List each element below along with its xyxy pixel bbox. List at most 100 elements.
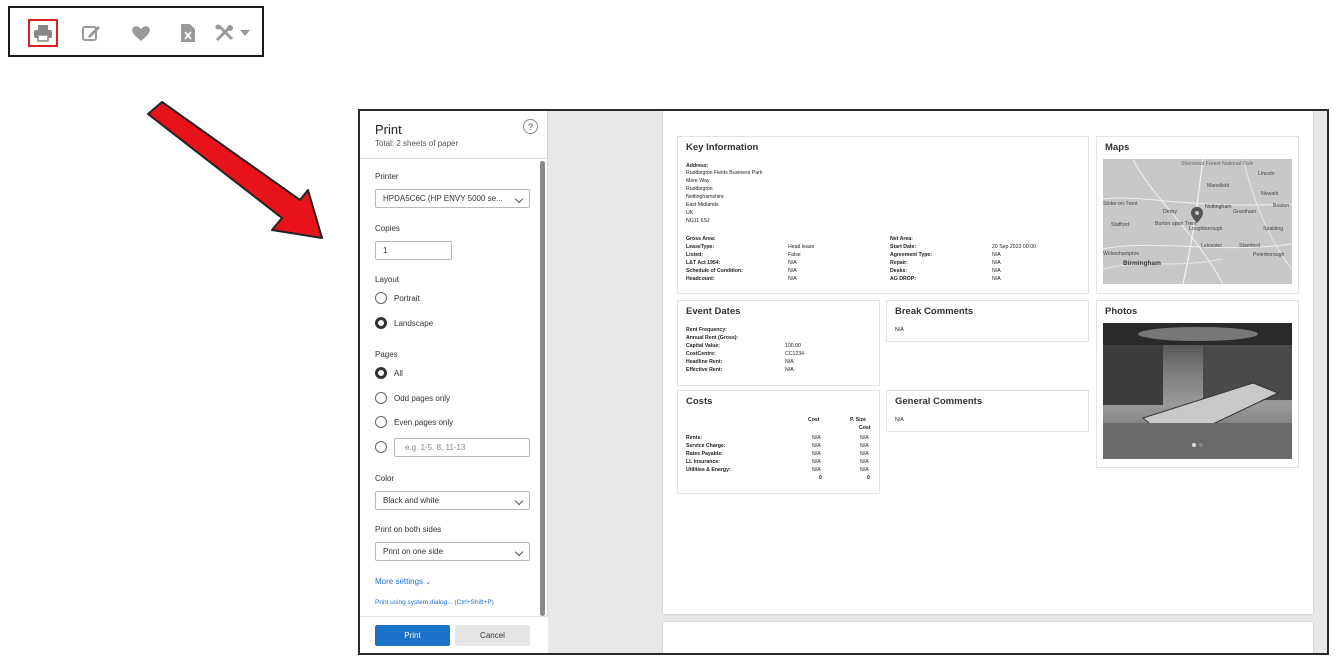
- column-header: Cost: [808, 417, 820, 423]
- photo-scene: [1103, 323, 1292, 459]
- property-photo[interactable]: [1103, 323, 1292, 459]
- more-settings-link[interactable]: More settings ⌄: [375, 577, 431, 586]
- edit-icon[interactable]: [76, 19, 106, 47]
- cost-value: N/A: [812, 443, 821, 449]
- psize-total: 0: [867, 475, 870, 481]
- card-title: Maps: [1105, 142, 1130, 153]
- duplex-value: Print on one side: [383, 547, 444, 556]
- heart-icon[interactable]: [126, 19, 156, 47]
- field-value: N/A: [788, 276, 797, 282]
- radio-icon: [375, 416, 387, 428]
- help-icon[interactable]: ?: [523, 119, 538, 134]
- psize-value: N/A: [860, 443, 869, 449]
- printer-select[interactable]: HPDA5C6C (HP ENVY 5000 se...: [375, 189, 530, 208]
- tools-icon: [215, 24, 233, 42]
- field-label: Net Area:: [890, 236, 913, 242]
- map-image[interactable]: Sherwood Forest National Park Lincoln Ma…: [1103, 159, 1292, 284]
- map-place-label: Sherwood Forest National Park: [1181, 161, 1254, 167]
- field-value: N/A: [788, 260, 797, 266]
- address-line: Nottinghamshire: [686, 194, 724, 200]
- field-label: Headcount:: [686, 276, 715, 282]
- tools-menu[interactable]: [208, 19, 256, 47]
- print-dialog: Print Total: 2 sheets of paper ? Printer…: [358, 109, 1329, 655]
- printer-label: Printer: [375, 172, 399, 181]
- print-panel-header: Print Total: 2 sheets of paper ?: [360, 111, 548, 159]
- card-title: General Comments: [895, 396, 983, 407]
- field-value: N/A: [785, 367, 794, 373]
- cost-value: N/A: [812, 459, 821, 465]
- print-title: Print: [375, 122, 402, 137]
- print-panel-footer: Print Cancel: [360, 616, 548, 653]
- card-title: Photos: [1105, 306, 1138, 317]
- pages-odd-radio[interactable]: Odd pages only: [375, 392, 450, 404]
- field-label: LeaseType:: [686, 244, 715, 250]
- chevron-down-icon: [514, 547, 524, 557]
- excel-file-icon[interactable]: [173, 19, 203, 47]
- duplex-select[interactable]: Print on one side: [375, 542, 530, 561]
- page-range-input[interactable]: e.g. 1-5, 8, 11-13: [394, 438, 530, 457]
- pages-custom-radio[interactable]: [375, 441, 394, 453]
- map-place-label: Newark: [1261, 191, 1279, 197]
- field-label: Annual Rent (Gross):: [686, 335, 739, 341]
- caret-down-icon: [239, 30, 250, 36]
- color-select[interactable]: Black and white: [375, 491, 530, 510]
- record-toolbar: [8, 6, 264, 57]
- map-place-label: Grantham: [1233, 209, 1257, 215]
- address-line: Ruddington Fields Business Park: [686, 170, 763, 176]
- pages-even-radio[interactable]: Even pages only: [375, 416, 453, 428]
- copies-input[interactable]: 1: [375, 241, 452, 260]
- map-place-label: Leicester: [1201, 243, 1223, 249]
- field-value: False: [788, 252, 801, 258]
- duplex-label: Print on both sides: [375, 525, 442, 534]
- panel-scrollbar[interactable]: [540, 161, 545, 616]
- field-value: N/A: [992, 252, 1001, 258]
- map-place-label: Stafford: [1111, 222, 1130, 228]
- column-header: Cost: [859, 425, 871, 431]
- map-place-label: Stamford: [1239, 243, 1261, 249]
- field-label: Start Date:: [890, 244, 917, 250]
- field-value: N/A: [788, 268, 797, 274]
- layout-label: Layout: [375, 275, 400, 284]
- field-label: CostCentre:: [686, 351, 716, 357]
- field-value: N/A: [992, 268, 1001, 274]
- comment-text: N/A: [895, 417, 904, 423]
- system-dialog-link[interactable]: Print using system dialog... (Ctrl+Shift…: [375, 599, 494, 606]
- map-place-label: Spalding: [1263, 226, 1284, 232]
- cost-value: N/A: [812, 435, 821, 441]
- field-label: Listed:: [686, 252, 704, 258]
- layout-landscape-radio[interactable]: Landscape: [375, 317, 433, 329]
- map-place-label: Boston: [1273, 203, 1290, 209]
- map-place-label: Stoke-on-Trent: [1103, 201, 1138, 207]
- chevron-down-icon: ⌄: [425, 579, 432, 586]
- break-comments-card: Break Comments N/A: [886, 300, 1089, 342]
- cost-label: Utilities & Energy:: [686, 467, 731, 473]
- radio-selected-icon: [375, 367, 387, 379]
- print-button[interactable]: Print: [375, 625, 450, 646]
- key-information-card: Key Information Address: Ruddington Fiel…: [677, 136, 1089, 294]
- card-title: Event Dates: [686, 306, 741, 317]
- map-place-label: Mansfield: [1207, 183, 1230, 189]
- field-label: AG DROP:: [890, 276, 916, 282]
- address-line: NG11 6SJ: [686, 218, 710, 224]
- psize-value: N/A: [860, 451, 869, 457]
- general-comments-card: General Comments N/A: [886, 390, 1089, 432]
- print-settings-panel: Print Total: 2 sheets of paper ? Printer…: [360, 111, 548, 653]
- pages-even-label: Even pages only: [394, 417, 454, 427]
- field-value: N/A: [992, 260, 1001, 266]
- cancel-button[interactable]: Cancel: [455, 625, 530, 646]
- field-label: Gross Area:: [686, 236, 716, 242]
- radio-icon: [375, 441, 387, 453]
- color-value: Black and white: [383, 496, 440, 505]
- psize-value: N/A: [860, 459, 869, 465]
- field-label: Effective Rent:: [686, 367, 723, 373]
- printer-icon[interactable]: [28, 19, 58, 47]
- map-place-label: Birmingham: [1123, 260, 1161, 267]
- card-title: Break Comments: [895, 306, 974, 317]
- pages-all-radio[interactable]: All: [375, 367, 403, 379]
- color-label: Color: [375, 474, 395, 483]
- radio-icon: [375, 392, 387, 404]
- costs-card: Costs Cost P. Size Cost Rents: N/A N/A S…: [677, 390, 880, 494]
- map-place-label: Wolverhampton: [1103, 251, 1140, 257]
- maps-card: Maps Sherwood Forest National Park Linco…: [1096, 136, 1299, 294]
- layout-portrait-radio[interactable]: Portrait: [375, 292, 420, 304]
